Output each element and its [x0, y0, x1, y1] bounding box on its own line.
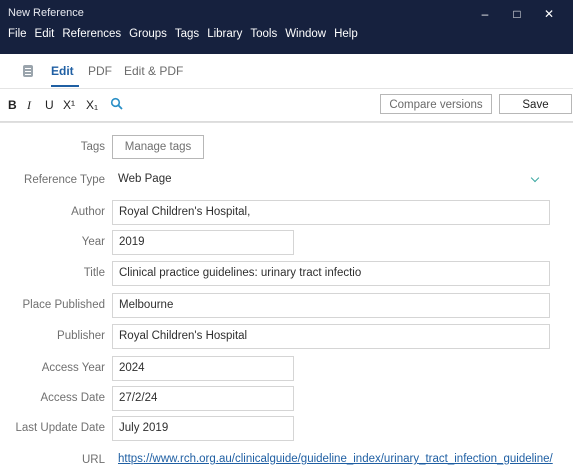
year-label: Year: [81, 236, 105, 248]
compare-versions-button[interactable]: Compare versions: [380, 94, 492, 114]
minimize-button[interactable]: –: [469, 3, 501, 25]
row-last-update-date: Last Update Date July 2019: [0, 416, 573, 442]
window-title: New Reference: [8, 7, 84, 19]
menu-window[interactable]: Window: [285, 28, 326, 40]
row-title: Title Clinical practice guidelines: urin…: [0, 261, 573, 287]
reference-type-label: Reference Type: [24, 174, 105, 186]
publisher-label: Publisher: [57, 330, 105, 342]
row-reference-type: Reference Type Web Page: [0, 168, 573, 194]
menu-file[interactable]: File: [8, 28, 27, 40]
reference-form: Tags Manage tags Reference Type Web Page…: [0, 122, 573, 473]
row-publisher: Publisher Royal Children's Hospital: [0, 324, 573, 350]
author-label: Author: [71, 206, 105, 218]
row-place-published: Place Published Melbourne: [0, 293, 573, 319]
tab-edit[interactable]: Edit: [51, 64, 74, 78]
document-icon: [23, 65, 33, 77]
reference-type-select[interactable]: Web Page: [112, 168, 550, 193]
chevron-down-icon: [530, 173, 540, 183]
bold-button[interactable]: B: [8, 98, 17, 112]
row-year: Year 2019: [0, 230, 573, 256]
title-label: Title: [83, 267, 105, 279]
manage-tags-button[interactable]: Manage tags: [112, 135, 204, 159]
menu-groups[interactable]: Groups: [129, 28, 167, 40]
tags-label: Tags: [80, 141, 105, 153]
menu-tags[interactable]: Tags: [175, 28, 199, 40]
italic-button[interactable]: I: [27, 98, 31, 113]
tab-pdf[interactable]: PDF: [88, 64, 112, 78]
publisher-field[interactable]: Royal Children's Hospital: [112, 324, 550, 349]
last-update-date-label: Last Update Date: [15, 422, 105, 434]
year-field[interactable]: 2019: [112, 230, 294, 255]
title-bar: New Reference – □ ✕ File Edit References…: [0, 0, 573, 54]
superscript-button[interactable]: X¹: [63, 98, 75, 112]
row-url: URL https://www.rch.org.au/clinicalguide…: [0, 448, 573, 474]
menu-bar: File Edit References Groups Tags Library…: [8, 28, 358, 40]
row-access-date: Access Date 27/2/24: [0, 386, 573, 412]
menu-tools[interactable]: Tools: [250, 28, 277, 40]
tab-edit-and-pdf[interactable]: Edit & PDF: [124, 64, 183, 78]
access-date-field[interactable]: 27/2/24: [112, 386, 294, 411]
access-date-label: Access Date: [40, 392, 105, 404]
menu-edit[interactable]: Edit: [35, 28, 55, 40]
subscript-button[interactable]: X₁: [86, 98, 98, 112]
last-update-date-field[interactable]: July 2019: [112, 416, 294, 441]
menu-library[interactable]: Library: [207, 28, 242, 40]
place-published-label: Place Published: [22, 299, 105, 311]
author-field[interactable]: Royal Children's Hospital,: [112, 200, 550, 225]
row-tags: Tags Manage tags: [0, 135, 573, 161]
row-access-year: Access Year 2024: [0, 356, 573, 382]
underline-button[interactable]: U: [45, 98, 54, 112]
maximize-button[interactable]: □: [501, 3, 533, 25]
menu-references[interactable]: References: [62, 28, 121, 40]
row-author: Author Royal Children's Hospital,: [0, 200, 573, 226]
place-published-field[interactable]: Melbourne: [112, 293, 550, 318]
url-link[interactable]: https://www.rch.org.au/clinicalguide/gui…: [112, 448, 567, 473]
reference-type-value: Web Page: [118, 173, 172, 185]
title-field[interactable]: Clinical practice guidelines: urinary tr…: [112, 261, 550, 286]
save-button[interactable]: Save: [499, 94, 572, 114]
view-tabs: Edit PDF Edit & PDF: [0, 54, 573, 89]
format-toolbar: B I U X¹ X₁ Compare versions Save: [0, 89, 573, 122]
active-tab-indicator: [51, 85, 79, 87]
url-label: URL: [81, 454, 105, 466]
access-year-label: Access Year: [41, 362, 105, 374]
access-year-field[interactable]: 2024: [112, 356, 294, 381]
menu-help[interactable]: Help: [334, 28, 358, 40]
close-button[interactable]: ✕: [533, 3, 565, 25]
search-icon[interactable]: [110, 97, 124, 111]
window-controls: – □ ✕: [469, 3, 565, 25]
